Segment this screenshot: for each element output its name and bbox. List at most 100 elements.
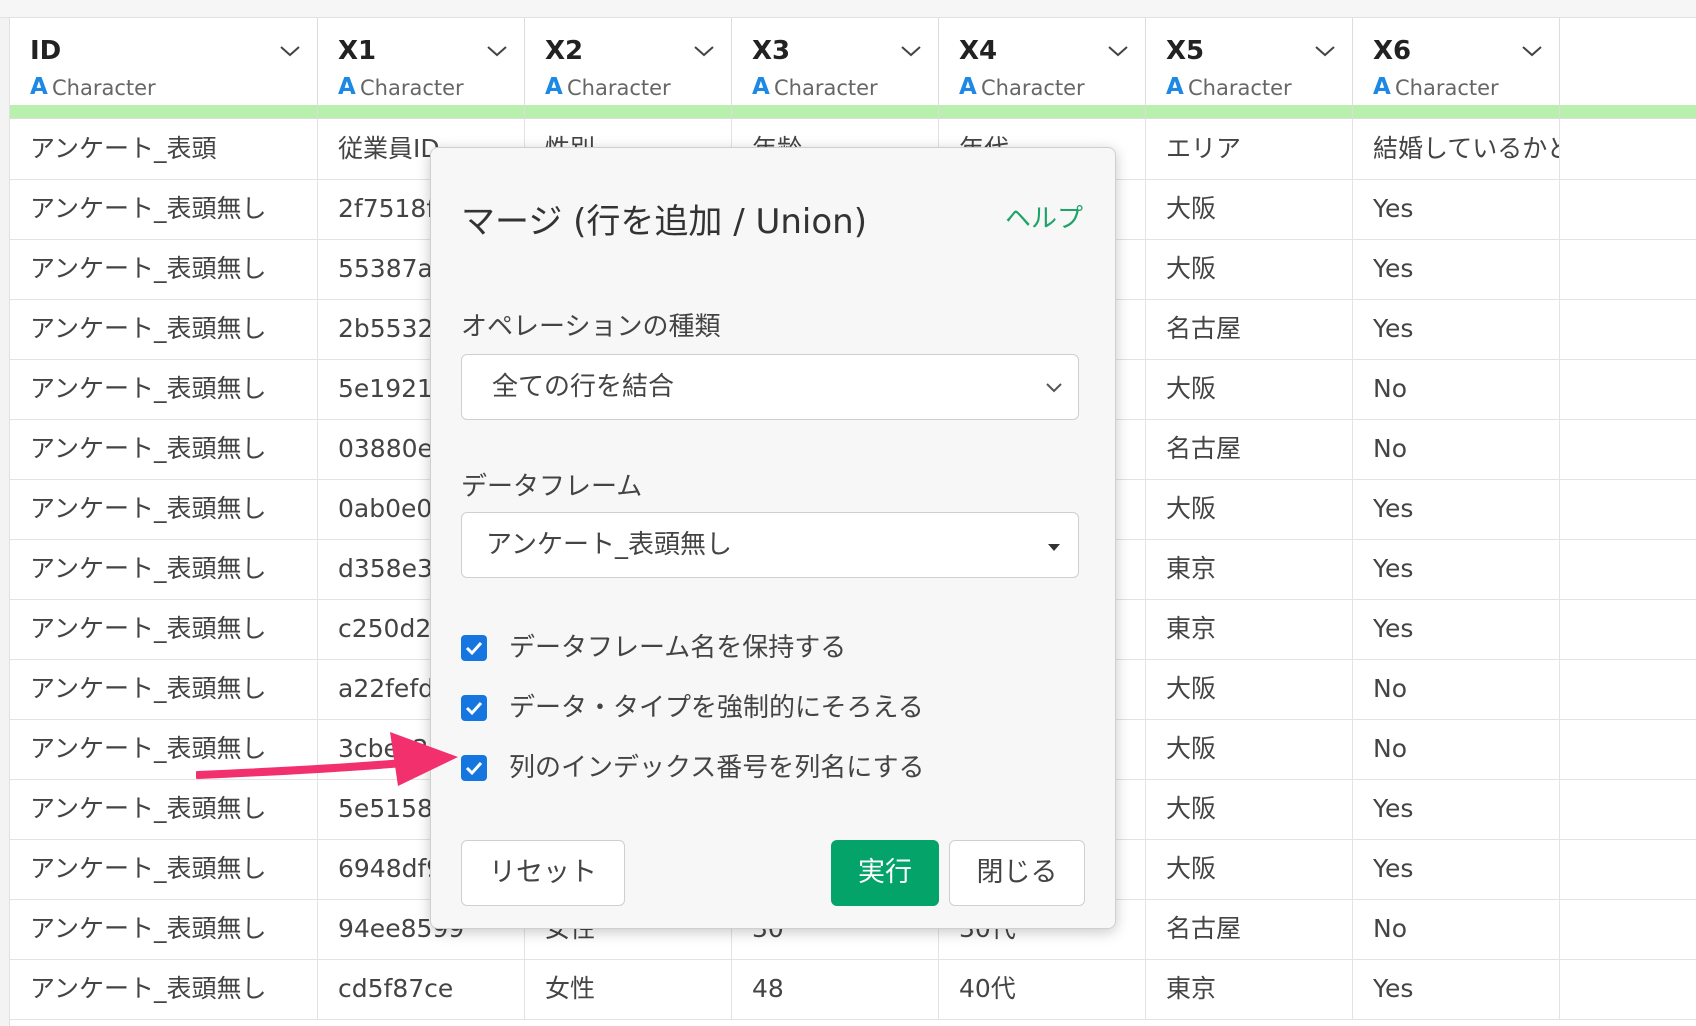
column-header-x2[interactable]: X2 A Character: [525, 18, 732, 118]
table-cell[interactable]: 名古屋: [1146, 299, 1353, 359]
table-cell-partial[interactable]: [1560, 599, 1696, 659]
table-cell[interactable]: アンケート_表頭無し: [10, 539, 318, 599]
column-header-x4[interactable]: X4 A Character: [939, 18, 1146, 118]
chevron-down-icon[interactable]: [279, 44, 301, 58]
table-cell[interactable]: 40代: [939, 959, 1146, 1019]
table-cell-partial[interactable]: [1560, 959, 1696, 1019]
checkbox-checked[interactable]: [461, 635, 487, 661]
help-link[interactable]: ヘルプ: [1005, 198, 1083, 235]
table-cell[interactable]: アンケート_表頭: [10, 119, 318, 179]
chevron-down-icon[interactable]: [1314, 44, 1336, 58]
table-cell[interactable]: 大阪: [1146, 179, 1353, 239]
table-cell-partial[interactable]: [1560, 719, 1696, 779]
table-cell-partial[interactable]: [1560, 839, 1696, 899]
table-cell-partial[interactable]: [1560, 479, 1696, 539]
column-header-x6[interactable]: X6 A Character: [1353, 18, 1560, 118]
table-cell-partial[interactable]: [1560, 179, 1696, 239]
table-cell[interactable]: 48: [732, 959, 939, 1019]
header-row: ID A Character X1 A Character X2 A Character X3 A C…: [0, 18, 1696, 119]
chevron-down-icon[interactable]: [1107, 44, 1129, 58]
table-cell[interactable]: Yes: [1353, 959, 1560, 1019]
table-cell[interactable]: Yes: [1353, 479, 1560, 539]
close-button[interactable]: 閉じる: [949, 840, 1085, 906]
table-cell[interactable]: cd5f87ce: [318, 959, 525, 1019]
table-cell[interactable]: アンケート_表頭無し: [10, 779, 318, 839]
table-cell[interactable]: エリア: [1146, 119, 1353, 179]
character-type-icon: A: [30, 74, 48, 100]
table-cell[interactable]: 名古屋: [1146, 419, 1353, 479]
operation-type-label: オペレーションの種類: [461, 312, 721, 342]
table-cell-partial[interactable]: [1560, 359, 1696, 419]
table-row: アンケート_表頭無し cd5f87ce 女性 48 40代 東京 Yes: [0, 959, 1696, 1020]
table-cell[interactable]: No: [1353, 419, 1560, 479]
column-name: ID: [30, 36, 62, 66]
reset-button[interactable]: リセット: [461, 840, 625, 906]
dataframe-select[interactable]: アンケート_表頭無し: [461, 512, 1079, 578]
character-type-icon: A: [752, 74, 770, 100]
column-header-partial[interactable]: [1560, 18, 1696, 118]
dialog-title: マージ (行を追加 / Union): [461, 202, 867, 242]
column-name: X6: [1373, 36, 1412, 66]
table-cell[interactable]: アンケート_表頭無し: [10, 419, 318, 479]
table-cell[interactable]: 大阪: [1146, 839, 1353, 899]
column-type: Character: [774, 76, 878, 100]
column-header-x3[interactable]: X3 A Character: [732, 18, 939, 118]
chevron-down-icon[interactable]: [693, 44, 715, 58]
table-cell[interactable]: アンケート_表頭無し: [10, 179, 318, 239]
table-cell[interactable]: Yes: [1353, 839, 1560, 899]
column-header-id[interactable]: ID A Character: [10, 18, 318, 118]
table-cell[interactable]: アンケート_表頭無し: [10, 359, 318, 419]
table-cell-partial[interactable]: [1560, 299, 1696, 359]
table-cell[interactable]: 大阪: [1146, 479, 1353, 539]
chevron-down-icon[interactable]: [900, 44, 922, 58]
table-cell[interactable]: No: [1353, 359, 1560, 419]
table-cell[interactable]: 大阪: [1146, 779, 1353, 839]
table-cell[interactable]: No: [1353, 719, 1560, 779]
column-header-x1[interactable]: X1 A Character: [318, 18, 525, 118]
table-cell-partial[interactable]: [1560, 779, 1696, 839]
column-quality-bar: [732, 105, 938, 118]
run-button[interactable]: 実行: [831, 840, 939, 906]
table-cell[interactable]: 結婚しているかどうか: [1353, 119, 1560, 179]
table-cell[interactable]: 大阪: [1146, 359, 1353, 419]
chevron-down-icon[interactable]: [1521, 44, 1543, 58]
table-cell[interactable]: アンケート_表頭無し: [10, 659, 318, 719]
table-cell[interactable]: 大阪: [1146, 659, 1353, 719]
table-cell[interactable]: 名古屋: [1146, 899, 1353, 959]
table-cell[interactable]: アンケート_表頭無し: [10, 479, 318, 539]
character-type-icon: A: [959, 74, 977, 100]
table-cell[interactable]: 大阪: [1146, 239, 1353, 299]
chevron-down-icon[interactable]: [486, 44, 508, 58]
table-cell[interactable]: アンケート_表頭無し: [10, 599, 318, 659]
table-cell[interactable]: No: [1353, 899, 1560, 959]
table-cell[interactable]: Yes: [1353, 779, 1560, 839]
operation-type-select[interactable]: 全ての行を結合: [461, 354, 1079, 420]
table-cell[interactable]: アンケート_表頭無し: [10, 959, 318, 1019]
table-cell[interactable]: アンケート_表頭無し: [10, 899, 318, 959]
column-type: Character: [52, 76, 156, 100]
table-cell[interactable]: 東京: [1146, 959, 1353, 1019]
column-type: Character: [981, 76, 1085, 100]
table-cell[interactable]: 女性: [525, 959, 732, 1019]
table-cell[interactable]: 東京: [1146, 599, 1353, 659]
table-cell-partial[interactable]: [1560, 899, 1696, 959]
checkbox-checked[interactable]: [461, 695, 487, 721]
table-cell[interactable]: No: [1353, 659, 1560, 719]
table-cell-partial[interactable]: [1560, 539, 1696, 599]
table-cell[interactable]: 大阪: [1146, 719, 1353, 779]
table-cell[interactable]: Yes: [1353, 179, 1560, 239]
table-cell[interactable]: Yes: [1353, 599, 1560, 659]
table-cell-partial[interactable]: [1560, 659, 1696, 719]
table-cell[interactable]: 東京: [1146, 539, 1353, 599]
table-cell-partial[interactable]: [1560, 239, 1696, 299]
table-cell[interactable]: アンケート_表頭無し: [10, 239, 318, 299]
table-cell-partial[interactable]: [1560, 119, 1696, 179]
table-cell[interactable]: Yes: [1353, 299, 1560, 359]
table-cell[interactable]: アンケート_表頭無し: [10, 299, 318, 359]
table-cell[interactable]: アンケート_表頭無し: [10, 839, 318, 899]
table-cell[interactable]: Yes: [1353, 539, 1560, 599]
annotation-arrow-icon: [196, 732, 458, 786]
table-cell-partial[interactable]: [1560, 419, 1696, 479]
table-cell[interactable]: Yes: [1353, 239, 1560, 299]
column-header-x5[interactable]: X5 A Character: [1146, 18, 1353, 118]
